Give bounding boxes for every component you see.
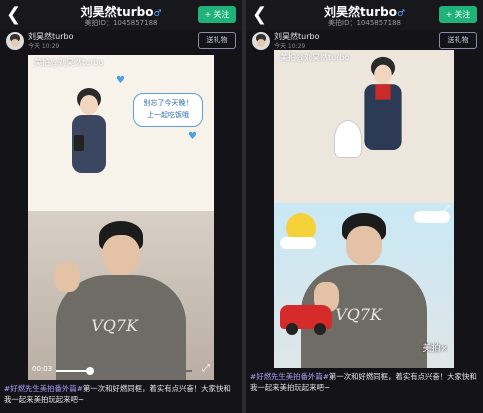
top-bar: ❮ 刘昊然turbo♂ 美拍ID：1045857188 + 关注 [246, 0, 483, 30]
video-player[interactable]: 美拍@刘昊然turbo VQ7K 美拍× ⤢ [274, 50, 454, 368]
plus-icon: + [204, 10, 212, 19]
illustration-top: 美拍@刘昊然turbo 别忘了今天晚！ 上一起吃饭哦 ♥ ♥ [28, 55, 214, 211]
topic-tag[interactable]: #好燃先生美拍番外篇# [4, 384, 83, 393]
topic-tag[interactable]: #好燃先生美拍番外篇# [250, 372, 329, 381]
heart-icon: ♥ [116, 75, 125, 86]
top-bar: ❮ 刘昊然turbo♂ 美拍ID：1045857188 + 关注 [0, 0, 242, 30]
post-panel-left: ❮ 刘昊然turbo♂ 美拍ID：1045857188 + 关注 刘昊然turbo… [0, 0, 242, 413]
video-player[interactable]: 美拍@刘昊然turbo 别忘了今天晚！ 上一起吃饭哦 ♥ ♥ VQ7K 00:0… [28, 55, 214, 380]
avatar[interactable] [252, 32, 270, 50]
send-gift-button[interactable]: 送礼物 [439, 32, 477, 49]
fullscreen-icon[interactable]: ⤢ [202, 363, 210, 374]
fullscreen-icon[interactable]: ⤢ [442, 204, 450, 366]
progress-knob[interactable] [86, 367, 94, 375]
post-caption: #好燃先生美拍番外篇#第一次和好燃同框，着实有点兴奋！大家快和我一起来美拍玩起来… [250, 371, 479, 393]
post-time: 今天 10:29 [28, 43, 60, 50]
follow-button[interactable]: + 关注 [439, 6, 477, 23]
hoodie-print: VQ7K [335, 305, 382, 325]
watermark: 美拍@刘昊然turbo [280, 53, 350, 62]
cartoon-man-image [364, 56, 402, 150]
player-controls: 00:03 ⤢ [28, 362, 214, 380]
video-frame-photo: VQ7K 美拍× ⤢ [274, 202, 454, 368]
car-sticker [280, 305, 332, 336]
post-time: 今天 10:29 [274, 43, 306, 50]
heart-icon: ♥ [188, 131, 197, 142]
hoodie-print: VQ7K [91, 315, 139, 335]
cartoon-cat-image [334, 120, 362, 158]
follow-button[interactable]: + 关注 [198, 6, 236, 23]
watermark: 美拍@刘昊然turbo [34, 58, 104, 67]
post-caption: #好燃先生美拍番外篇#第一次和好燃同框，着实有点兴奋！大家快和我一起来美拍玩起来… [4, 383, 238, 405]
video-frame-photo: VQ7K [28, 211, 214, 380]
progress-bar[interactable] [56, 367, 192, 375]
speech-bubble: 别忘了今天晚！ 上一起吃饭哦 [133, 93, 203, 127]
send-gift-button[interactable]: 送礼物 [198, 32, 236, 49]
plus-icon: + [445, 10, 453, 19]
post-panel-right: ❮ 刘昊然turbo♂ 美拍ID：1045857188 + 关注 刘昊然turbo… [246, 0, 483, 413]
user-row: 刘昊然turbo 今天 10:29 送礼物 [246, 30, 483, 52]
illustration-top: 美拍@刘昊然turbo [274, 50, 454, 203]
playback-time: 00:03 [32, 365, 53, 373]
cartoon-man-image [72, 88, 106, 173]
cloud-sticker [280, 236, 316, 249]
user-row: 刘昊然turbo 今天 10:29 送礼物 [0, 30, 242, 52]
avatar[interactable] [6, 32, 24, 50]
